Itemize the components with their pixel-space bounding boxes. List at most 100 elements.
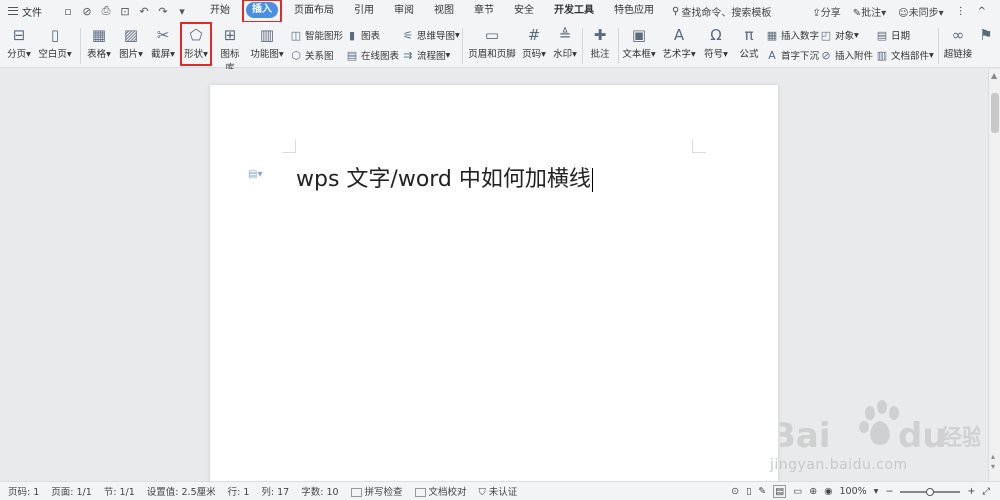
tab-special-apps[interactable]: 特色应用 (604, 2, 664, 20)
header-footer-button[interactable]: ▭ 页眉和页脚 (466, 26, 518, 60)
drop-cap-icon: A (768, 48, 776, 62)
page-number-button[interactable]: # 页码▾ (520, 26, 548, 60)
mind-map-button[interactable]: ⚟ 思维导图 ▾ (402, 28, 460, 43)
calendar-icon: ▤ (876, 28, 888, 42)
tab-insert[interactable]: 插入 (242, 0, 282, 23)
status-pages[interactable]: 页面: 1/1 (51, 484, 92, 498)
drop-cap-button[interactable]: A 首字下沉 (766, 48, 819, 63)
scroll-page-up-icon[interactable]: ▴ (991, 452, 995, 461)
share-button[interactable]: ⇪分享 (812, 4, 840, 19)
quick-access-toolbar: ▫ ⊘ ⎙ ⊡ ↶ ↷ ▾ (56, 4, 188, 18)
watermark-button[interactable]: ≜ 水印▾ (552, 26, 578, 60)
comment-menu[interactable]: ✎批注▾ (853, 4, 886, 19)
zoom-dropdown-icon[interactable]: ▾ (874, 486, 879, 497)
eye-protection-icon[interactable]: ◉ (824, 486, 832, 497)
zoom-level[interactable]: 100% (840, 486, 867, 497)
date-button[interactable]: ▤ 日期 (876, 28, 910, 43)
zoom-slider-knob[interactable] (926, 487, 935, 496)
undo-icon[interactable]: ↶ (138, 5, 150, 18)
scroll-page-down-icon[interactable]: ▾ (991, 462, 995, 471)
zoom-slider[interactable] (900, 487, 961, 496)
pi-icon: π (744, 26, 754, 44)
screenshot-button[interactable]: ✂ 截屏▾ (150, 26, 176, 60)
ribbon-tabs: 开始 插入 页面布局 引用 审阅 视图 章节 安全 开发工具 特色应用 (200, 0, 664, 23)
zoom-in-icon[interactable]: + (967, 486, 975, 497)
status-setting[interactable]: 设置值: 2.5厘米 (147, 484, 216, 498)
relation-chart-button[interactable]: ⬡ 关系图 (290, 48, 333, 63)
status-section[interactable]: 节: 1/1 (104, 484, 135, 498)
fit-page-icon[interactable]: ⤢ (982, 486, 990, 497)
outline-view-icon[interactable]: ▯ (746, 486, 751, 497)
full-screen-icon[interactable]: ▭ (793, 486, 802, 497)
attachment-button[interactable]: ⊘ 插入附件 (820, 48, 873, 63)
object-button[interactable]: ◰ 对象 ▾ (820, 28, 859, 43)
wordart-button[interactable]: A 艺术字▾ (662, 26, 696, 60)
symbol-button[interactable]: Ω 符号▾ (702, 26, 730, 60)
function-chart-icon: ▥ (259, 26, 275, 44)
online-chart-button[interactable]: ▤ 在线图表 (346, 48, 399, 63)
tab-review[interactable]: 审阅 (384, 2, 424, 20)
document-page[interactable]: ▤▾ wps 文字/word 中如何加横线 (210, 85, 778, 485)
hyperlink-button[interactable]: ∞ 超链接 (942, 26, 974, 60)
web-view-icon[interactable]: ⊕ (809, 486, 817, 497)
more-icon[interactable]: ⋮ (956, 6, 966, 17)
page-break-button[interactable]: ⊟ 分页▾ (6, 26, 32, 60)
print-preview-icon[interactable]: ⊡ (119, 5, 131, 18)
picture-button[interactable]: ▨ 图片▾ (118, 26, 144, 60)
file-menu[interactable]: 文件 (0, 4, 56, 19)
bookmark-button[interactable]: ⚑ (976, 26, 996, 46)
vertical-scrollbar[interactable]: ▲ ▴ ▾ (988, 69, 1000, 481)
zoom-out-icon[interactable]: − (885, 486, 893, 497)
table-button[interactable]: ▦ 表格▾ (86, 26, 112, 60)
sync-status[interactable]: ☺未同步▾ (898, 4, 943, 19)
protect-icon[interactable]: ⊙ (731, 486, 739, 497)
tab-developer[interactable]: 开发工具 (544, 2, 604, 20)
paragraph-layout-icon[interactable]: ▤▾ (248, 169, 262, 180)
textbox-button[interactable]: ▣ 文本框▾ (622, 26, 656, 60)
save-icon[interactable]: ▫ (62, 5, 74, 18)
wordart-icon: A (673, 26, 685, 44)
tab-home[interactable]: 开始 (200, 2, 240, 20)
relation-chart-icon: ⬡ (291, 48, 301, 62)
shapes-button[interactable]: ⬠ 形状▾ (182, 26, 210, 60)
file-label: 文件 (22, 7, 42, 19)
status-word-count[interactable]: 字数: 10 (301, 484, 338, 498)
smart-shape-button[interactable]: ◫ 智能图形 (290, 28, 343, 43)
format-painter-icon[interactable]: ⊘ (81, 5, 93, 18)
status-page-number[interactable]: 页码: 1 (8, 484, 39, 498)
page-view-icon[interactable]: ▤ (773, 485, 787, 498)
command-search[interactable]: ⚲ 查找命令、搜索模板 (672, 4, 771, 19)
certify-status[interactable]: ⛉ 未认证 (479, 484, 518, 498)
shield-icon: ⛉ (478, 487, 486, 498)
tab-chapter[interactable]: 章节 (464, 2, 504, 20)
scroll-thumb[interactable] (991, 93, 999, 133)
user-icon: ☺ (898, 8, 909, 19)
spell-check-toggle[interactable]: 拼写检查 (350, 484, 403, 498)
tab-references[interactable]: 引用 (344, 2, 384, 20)
ribbon-divider (618, 28, 619, 64)
ribbon-divider (462, 28, 463, 64)
document-text[interactable]: wps 文字/word 中如何加横线 (296, 161, 593, 193)
formula-button[interactable]: π 公式 (736, 26, 762, 60)
icon-library-button[interactable]: ⊞图标库 (216, 26, 244, 74)
print-icon[interactable]: ⎙ (100, 4, 112, 18)
redo-icon[interactable]: ↷ (157, 5, 169, 18)
scroll-up-icon[interactable]: ▲ (991, 71, 997, 80)
flowchart-button[interactable]: ⇉ 流程图 ▾ (402, 48, 450, 63)
edit-icon[interactable]: ✎ (758, 486, 766, 497)
tab-view[interactable]: 视图 (424, 2, 464, 20)
tab-security[interactable]: 安全 (504, 2, 544, 20)
function-chart-button[interactable]: ▥ 功能图▾ (250, 26, 284, 60)
doc-parts-button[interactable]: ▥ 文档部件 ▾ (876, 48, 934, 63)
chart-button[interactable]: ▮ 图表 (346, 28, 380, 43)
proofread-button[interactable]: 文档校对 (414, 484, 467, 498)
tab-page-layout[interactable]: 页面布局 (284, 2, 344, 20)
comment-button[interactable]: ✚ 批注 (588, 26, 612, 60)
text-caret (591, 168, 593, 192)
collapse-icon[interactable]: ^ (978, 6, 986, 17)
blank-page-button[interactable]: ▯ 空白页▾ (38, 26, 72, 60)
insert-number-button[interactable]: ▦ 插入数字 (766, 28, 819, 43)
customize-icon[interactable]: ▾ (176, 5, 188, 18)
scissors-icon: ✂ (156, 26, 170, 44)
tab-insert-label: 插入 (246, 2, 278, 18)
